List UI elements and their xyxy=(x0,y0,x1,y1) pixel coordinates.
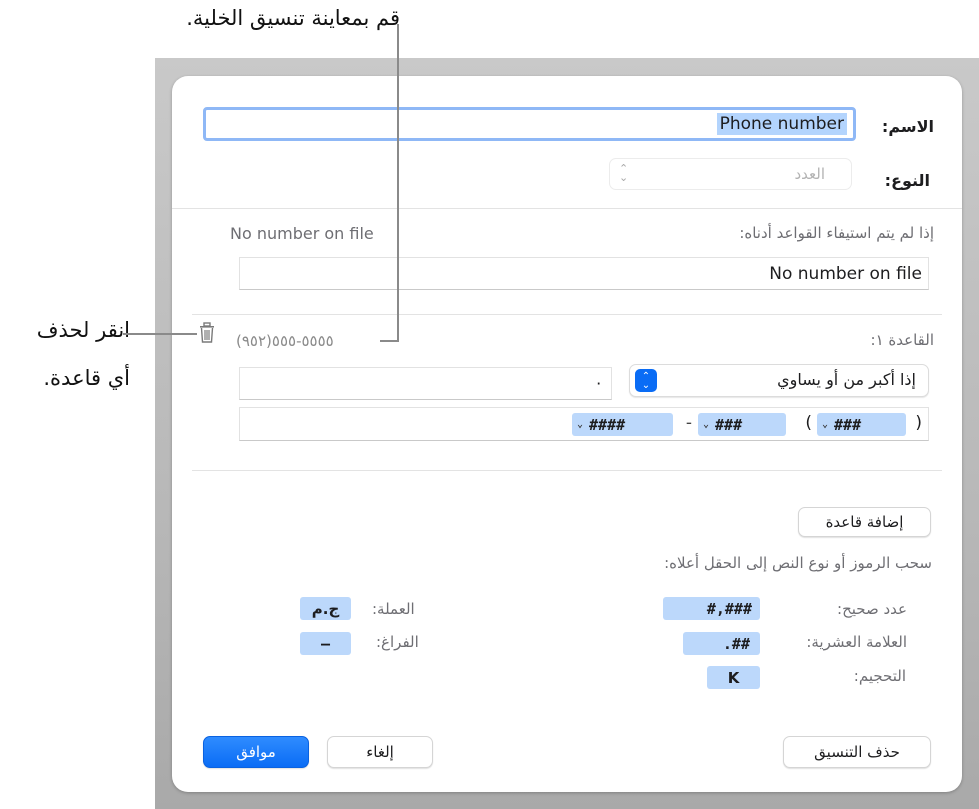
ok-button[interactable]: موافق xyxy=(203,736,309,768)
currency-token[interactable]: ج.م xyxy=(300,597,351,620)
fallback-text-input[interactable]: No number on file xyxy=(239,257,929,290)
up-down-chevron-icon: ⌃ ⌄ xyxy=(619,162,629,184)
fallback-label: إذا لم يتم استيفاء القواعد أدناه: xyxy=(739,224,934,242)
dash-separator: - xyxy=(685,413,692,433)
rule-value-text: ٠ xyxy=(594,373,603,392)
format-token-exchange[interactable]: ⌄ ### xyxy=(698,413,786,436)
divider xyxy=(172,208,962,209)
callout-line-delete xyxy=(123,333,197,335)
scale-label: التحجيم: xyxy=(853,667,906,685)
space-label: الفراغ: xyxy=(376,633,419,651)
decimal-token[interactable]: .## xyxy=(683,632,760,655)
integer-token[interactable]: #,### xyxy=(663,597,760,620)
rule-preview: ٥٥٥٥-٥٥٥(٩٥٢) xyxy=(236,332,334,350)
name-input-selected-text: Phone number xyxy=(716,113,847,135)
type-label: النوع: xyxy=(884,171,930,190)
format-token-area-code[interactable]: ⌄ ### xyxy=(817,413,906,436)
add-rule-button[interactable]: إضافة قاعدة xyxy=(798,507,931,537)
callout-line-preview xyxy=(397,24,399,342)
callout-delete-rule-line1: انقر لحذف xyxy=(36,318,130,342)
currency-label: العملة: xyxy=(372,600,415,618)
name-input[interactable]: Phone number xyxy=(203,107,856,141)
delete-format-button[interactable]: حذف التنسيق xyxy=(783,736,931,768)
type-value: العدد xyxy=(794,165,825,183)
integer-label: عدد صحيح: xyxy=(837,600,907,618)
open-paren: ) xyxy=(915,413,922,433)
drag-hint: سحب الرموز أو نوع النص إلى الحقل أعلاه: xyxy=(664,554,932,572)
divider xyxy=(192,470,942,471)
name-label: الاسم: xyxy=(881,117,934,136)
space-token[interactable]: – xyxy=(300,632,351,655)
rule-value-input[interactable]: ٠ xyxy=(239,367,612,400)
fallback-text-value: No number on file xyxy=(769,264,922,284)
rule-condition-popup[interactable]: ⌃ ⌄ إذا أكبر من أو يساوي xyxy=(629,364,929,397)
rule-label: القاعدة ١: xyxy=(870,331,934,349)
chevron-down-icon: ⌄ xyxy=(703,419,710,430)
custom-format-dialog: الاسم: Phone number النوع: ⌃ ⌄ العدد إذا … xyxy=(172,76,962,792)
close-paren: ( xyxy=(805,413,812,433)
callout-preview-cell-format: قم بمعاينة تنسيق الخلية. xyxy=(186,6,400,30)
scale-token[interactable]: K xyxy=(707,666,760,689)
trash-icon[interactable] xyxy=(198,322,216,344)
decimal-label: العلامة العشرية: xyxy=(806,633,907,651)
divider xyxy=(192,314,942,315)
cancel-button[interactable]: إلغاء xyxy=(327,736,433,768)
rule-condition-value: إذا أكبر من أو يساوي xyxy=(777,370,916,389)
up-down-chevron-icon: ⌃ ⌄ xyxy=(635,369,657,392)
chevron-down-icon: ⌄ xyxy=(822,419,829,430)
callout-line-preview-tick xyxy=(380,340,399,342)
chevron-down-icon: ⌄ xyxy=(577,419,584,430)
type-popup[interactable]: ⌃ ⌄ العدد xyxy=(609,158,852,190)
callout-delete-rule-line2: أي قاعدة. xyxy=(43,366,130,390)
fallback-preview: No number on file xyxy=(230,224,374,243)
format-token-line-number[interactable]: ⌄ #### xyxy=(572,413,673,436)
rule-format-field[interactable]: ) ⌄ ### ( ⌄ ### - ⌄ #### xyxy=(239,407,929,441)
